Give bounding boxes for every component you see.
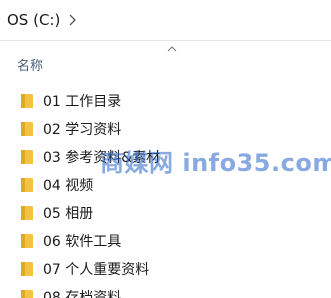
folder-name: 01 工作目录 <box>43 94 122 110</box>
folder-icon <box>21 122 33 136</box>
folder-name: 06 软件工具 <box>43 234 122 250</box>
list-item[interactable]: 01 工作目录 <box>0 87 331 115</box>
folder-name: 07 个人重要资料 <box>43 262 150 278</box>
column-header-name[interactable]: 名称 <box>17 55 43 74</box>
list-item[interactable]: 06 软件工具 <box>0 227 331 255</box>
list-item[interactable]: 03 参考资料&素材 <box>0 143 331 171</box>
folder-name: 08 存档资料 <box>43 290 122 298</box>
folder-name: 04 视频 <box>43 178 94 194</box>
breadcrumb-location[interactable]: OS (C:) <box>7 11 60 29</box>
list-item[interactable]: 07 个人重要资料 <box>0 255 331 283</box>
list-item[interactable]: 08 存档资料 <box>0 283 331 298</box>
chevron-right-icon[interactable] <box>68 13 78 27</box>
sort-up-arrow-icon <box>167 46 177 52</box>
folder-name: 05 相册 <box>43 206 94 222</box>
folder-icon <box>21 234 33 248</box>
folder-name: 02 学习资料 <box>43 122 122 138</box>
folder-icon <box>21 94 33 108</box>
folder-icon <box>21 178 33 192</box>
list-item[interactable]: 02 学习资料 <box>0 115 331 143</box>
folder-list: 01 工作目录 02 学习资料 03 参考资料&素材 04 视频 05 相册 0… <box>0 87 331 298</box>
file-explorer-window: OS (C:) 名称 01 工作目录 02 学习资料 03 参考资料&素材 04… <box>0 0 331 298</box>
list-item[interactable]: 04 视频 <box>0 171 331 199</box>
folder-icon <box>21 150 33 164</box>
folder-name: 03 参考资料&素材 <box>43 150 161 166</box>
folder-icon <box>21 206 33 220</box>
folder-icon <box>21 290 33 298</box>
folder-icon <box>21 262 33 276</box>
list-item[interactable]: 05 相册 <box>0 199 331 227</box>
address-bar[interactable]: OS (C:) <box>0 0 331 41</box>
